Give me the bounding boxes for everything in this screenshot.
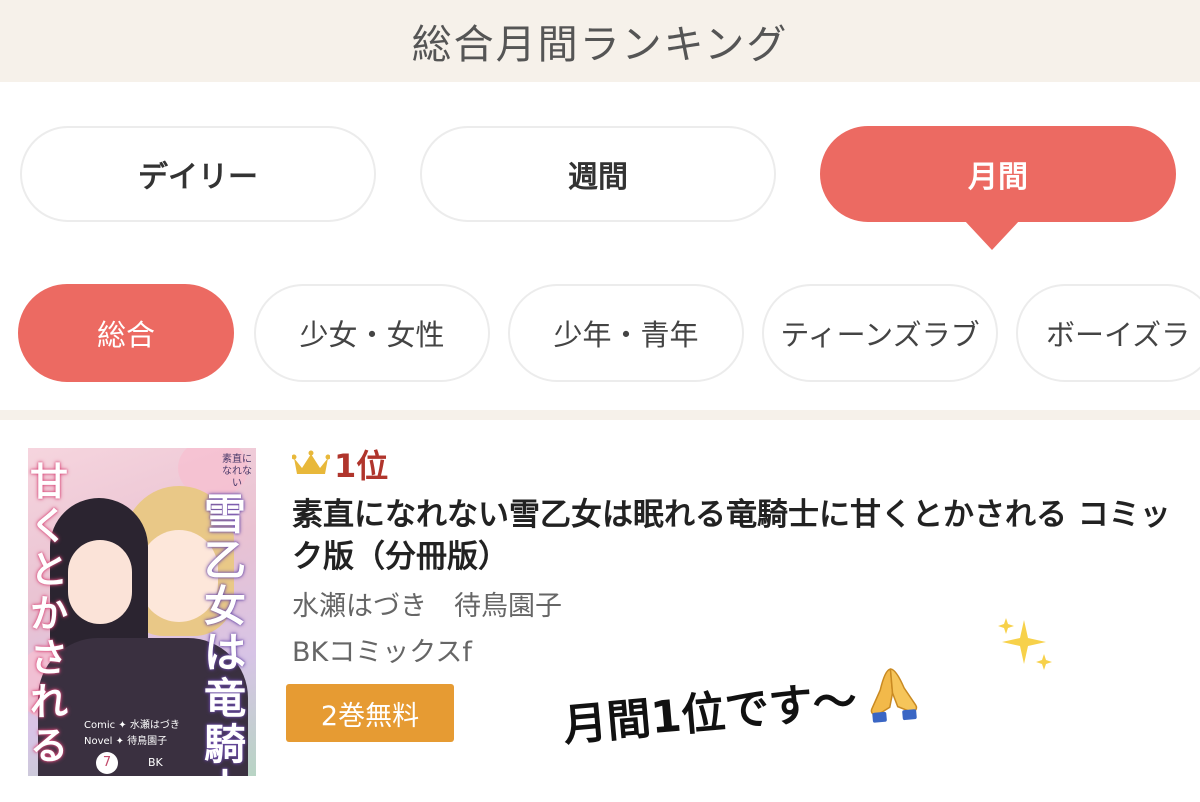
annotation-text: 月間1位です〜 — [560, 675, 859, 752]
book-authors[interactable]: 水瀬はづき 待鳥園子 — [292, 584, 562, 623]
free-volumes-badge: 2巻無料 — [286, 684, 454, 742]
handwritten-annotation: 月間1位です〜 — [560, 659, 925, 754]
page-title: 総合月間ランキング — [411, 22, 789, 68]
book-cover[interactable]: 甘くとかされる 雪乙女は竜騎士 素直になれない Comic ✦ 水瀬はづき No… — [28, 448, 256, 776]
book-publisher[interactable]: BKコミックスf — [292, 630, 472, 669]
pray-icon — [870, 668, 917, 723]
cover-volume-badge: 7 — [96, 752, 118, 774]
genre-chip-overall[interactable]: 総合 — [18, 284, 234, 382]
tab-daily[interactable]: デイリー — [20, 126, 376, 222]
book-title-link[interactable]: 素直になれない雪乙女は眠れる竜騎士に甘くとかされる コミック版（分冊版） — [292, 494, 1172, 578]
cover-credit-novel: Novel ✦ 待鳥園子 — [84, 736, 168, 747]
cover-credit-comic: Comic ✦ 水瀬はづき — [84, 720, 180, 731]
page-header: 総合月間ランキング — [0, 0, 1200, 82]
genre-chip-teens-love[interactable]: ティーンズラブ — [762, 284, 998, 382]
active-tab-pointer — [964, 220, 1020, 250]
rank-badge: 1位 — [292, 444, 389, 485]
cover-credits: Comic ✦ 水瀬はづき Novel ✦ 待鳥園子 — [84, 718, 180, 750]
cover-tagline: 素直になれない — [222, 454, 252, 489]
rank-label: 1位 — [334, 447, 389, 485]
tab-weekly[interactable]: 週間 — [420, 126, 776, 222]
crown-icon — [292, 450, 330, 474]
sparkle-icon — [998, 618, 1052, 670]
genre-chip-shoujo[interactable]: 少女・女性 — [254, 284, 490, 382]
genre-chip-shounen[interactable]: 少年・青年 — [508, 284, 744, 382]
cover-title-left: 甘くとかされる — [30, 459, 69, 768]
cover-publisher-mark: BK — [148, 756, 163, 769]
cover-figure-maiden-face — [68, 540, 132, 624]
tab-monthly[interactable]: 月間 — [820, 126, 1176, 222]
section-divider — [0, 410, 1200, 420]
cover-title-right: 雪乙女は竜騎士 — [204, 490, 247, 777]
genre-chip-boys-love[interactable]: ボーイズラ — [1016, 284, 1200, 382]
